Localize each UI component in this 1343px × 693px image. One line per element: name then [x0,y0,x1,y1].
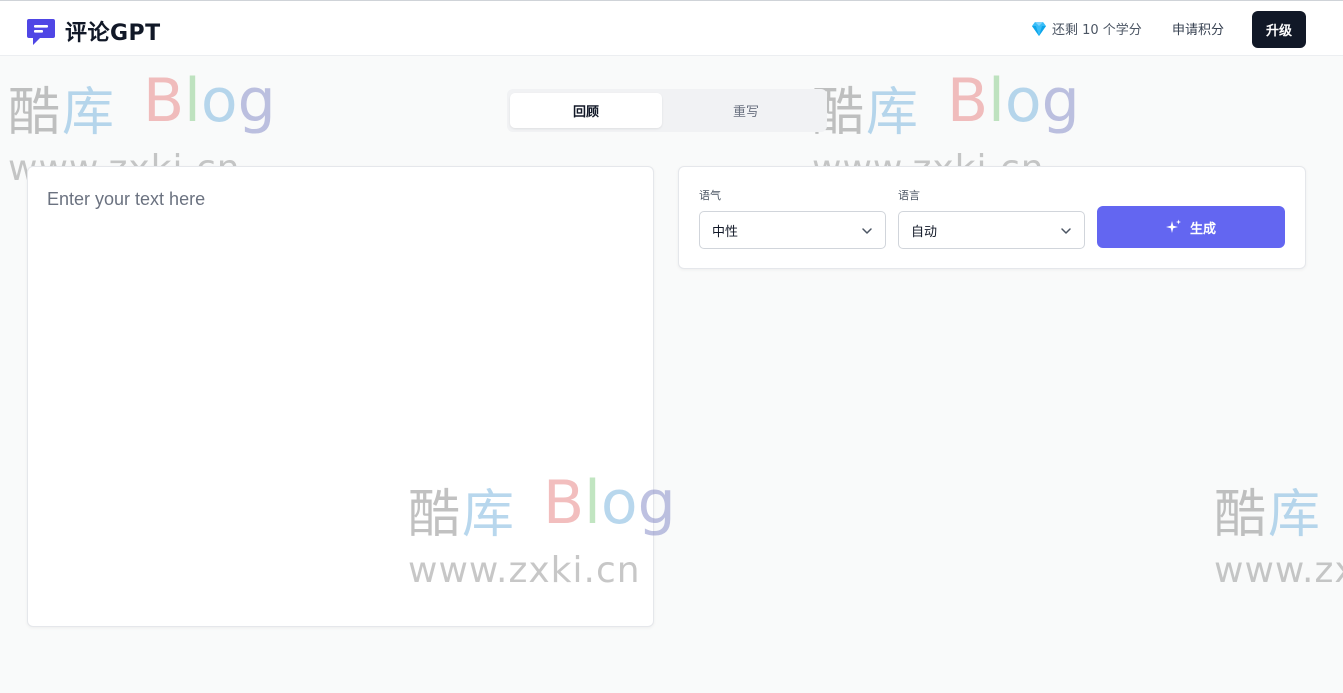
watermark-chars: 酷库 [812,83,921,143]
watermark-chars: 酷库 [1214,485,1323,545]
app-title: 评论GPT [65,21,161,46]
text-input-panel [27,166,654,627]
upgrade-button[interactable]: 升级 [1252,11,1306,48]
language-label: 语言 [898,189,920,202]
tone-value: 中性 [712,224,739,240]
chevron-down-icon [1061,228,1071,234]
watermark-blog: Blog [143,66,276,136]
tab-rewrite[interactable]: 重写 [670,93,822,128]
diamond-icon [1032,21,1046,36]
text-input[interactable] [28,167,653,626]
generate-label: 生成 [1189,221,1216,237]
language-value: 自动 [911,224,938,240]
chevron-down-icon [862,228,872,234]
sparkle-icon [1165,219,1181,233]
tone-label: 语气 [699,189,721,202]
generate-button[interactable]: 生成 [1097,206,1285,248]
watermark-url: www.zxki.cn [1214,550,1343,591]
credits-indicator: 还剩 10 个学分 [1031,19,1142,38]
mode-tabs: 回顾 重写 [507,89,827,132]
language-select[interactable]: 自动 [898,211,1085,249]
apply-credits-link[interactable]: 申请积分 [1172,19,1224,38]
watermark-bottom-right: 酷库 www.zxki.cn [1214,472,1343,597]
generation-controls: 语气 中性 语言 自动 生成 [678,166,1306,269]
chat-bubble-icon [27,19,55,45]
credits-text: 还剩 10 个学分 [1052,23,1142,38]
tab-review[interactable]: 回顾 [510,93,662,128]
app-logo[interactable]: 评论GPT [27,15,161,47]
top-navigation-bar: 评论GPT 还剩 10 个学分 申请积分 升级 [0,0,1343,56]
watermark-chars: 酷库 [8,83,117,143]
watermark-blog: Blog [947,66,1080,136]
tone-select[interactable]: 中性 [699,211,886,249]
